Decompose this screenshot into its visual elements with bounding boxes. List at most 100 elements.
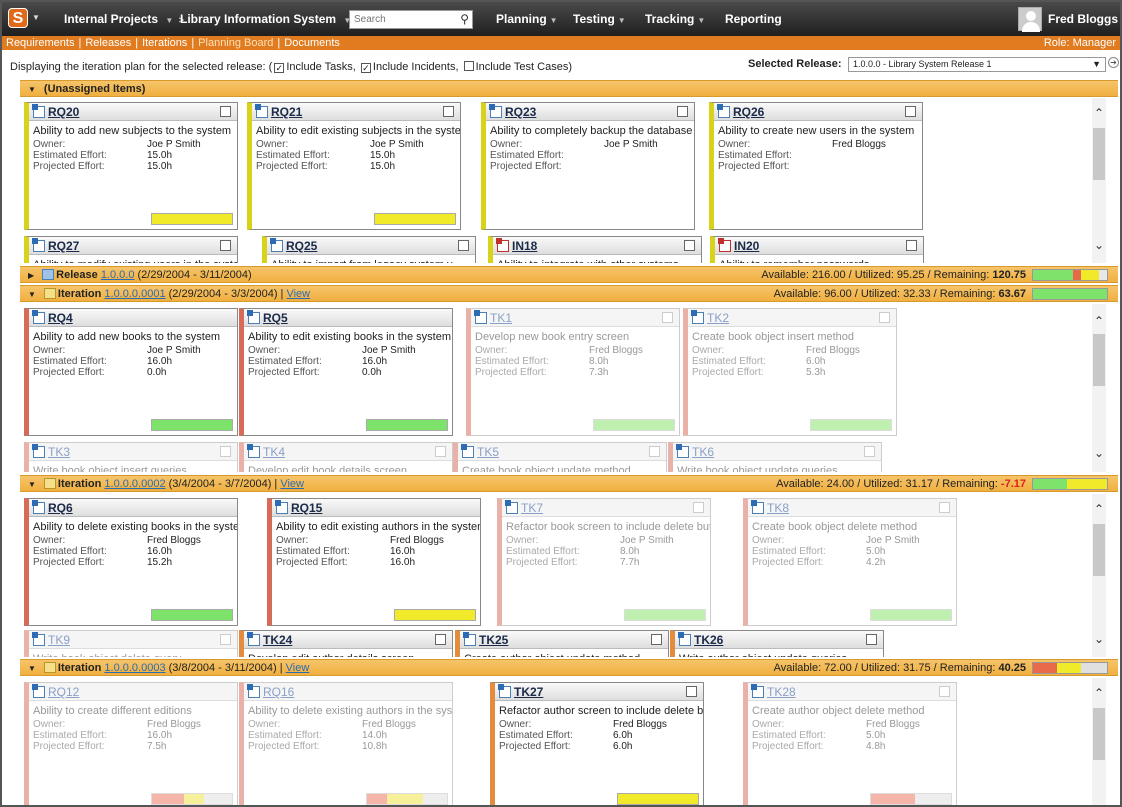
- card-code-link[interactable]: TK2: [707, 311, 729, 325]
- release-select[interactable]: 1.0.0.0 - Library System Release 1 ▼: [848, 57, 1106, 72]
- collapse-toggle-icon[interactable]: ▼: [28, 85, 36, 94]
- card-tk25[interactable]: TK25 Create author object update method: [455, 630, 669, 657]
- product-menu[interactable]: Library Information System ▼: [180, 12, 351, 26]
- card-select-checkbox[interactable]: [866, 634, 877, 645]
- card-tk26[interactable]: TK26 Write author object update queries: [670, 630, 884, 657]
- tab-iterations[interactable]: Iterations: [142, 37, 187, 49]
- card-code-link[interactable]: RQ20: [48, 105, 79, 119]
- card-code-link[interactable]: TK26: [694, 633, 723, 647]
- nav-planning[interactable]: Planning ▼: [496, 12, 558, 26]
- scroll-thumb[interactable]: [1093, 524, 1105, 576]
- scroll-thumb[interactable]: [1093, 708, 1105, 760]
- card-tk24[interactable]: TK24 Develop edit author details screen: [239, 630, 453, 657]
- card-code-link[interactable]: TK1: [490, 311, 512, 325]
- include-test-cases-checkbox[interactable]: [463, 61, 474, 71]
- card-rq12[interactable]: RQ12 Ability to create different edition…: [24, 682, 238, 805]
- card-code-link[interactable]: RQ27: [48, 239, 79, 253]
- card-select-checkbox[interactable]: [693, 502, 704, 513]
- scroll-up-icon[interactable]: ⌃: [1092, 314, 1106, 328]
- card-code-link[interactable]: TK9: [48, 633, 70, 647]
- card-code-link[interactable]: IN18: [512, 239, 537, 253]
- project-menu[interactable]: Internal Projects ▼ >: [64, 12, 186, 26]
- scroll-up-icon[interactable]: ⌃: [1092, 686, 1106, 700]
- include-incidents-checkbox[interactable]: ✓: [360, 63, 371, 73]
- tab-requirements[interactable]: Requirements: [6, 37, 74, 49]
- card-rq20[interactable]: RQ20 Ability to add new subjects to the …: [24, 102, 238, 230]
- card-select-checkbox[interactable]: [435, 634, 446, 645]
- iteration1-scrollbar[interactable]: ⌃ ⌄: [1092, 304, 1106, 472]
- card-tk7[interactable]: TK7 Refactor book screen to include dele…: [497, 498, 711, 626]
- card-select-checkbox[interactable]: [220, 634, 231, 645]
- card-select-checkbox[interactable]: [677, 106, 688, 117]
- nav-reporting[interactable]: Reporting: [725, 12, 782, 26]
- card-code-link[interactable]: TK5: [477, 445, 499, 459]
- iteration2-view-link[interactable]: View: [280, 478, 304, 490]
- card-select-checkbox[interactable]: [879, 312, 890, 323]
- card-code-link[interactable]: RQ5: [263, 311, 288, 325]
- search-icon[interactable]: ⚲: [460, 12, 469, 26]
- card-code-link[interactable]: RQ6: [48, 501, 73, 515]
- release-section-header[interactable]: ▶ Release 1.0.0.0 (2/29/2004 - 3/11/2004)…: [20, 266, 1118, 283]
- logo-dropdown-icon[interactable]: ▼: [32, 13, 40, 22]
- iteration2-link[interactable]: 1.0.0.0.0002: [104, 478, 165, 490]
- card-select-checkbox[interactable]: [651, 634, 662, 645]
- card-code-link[interactable]: TK7: [521, 501, 543, 515]
- card-code-link[interactable]: TK6: [692, 445, 714, 459]
- iteration3-section-header[interactable]: ▼ Iteration 1.0.0.0.0003 (3/8/2004 - 3/11…: [20, 659, 1118, 676]
- card-rq25[interactable]: RQ25 Ability to import from legacy syste…: [262, 236, 476, 263]
- card-select-checkbox[interactable]: [905, 106, 916, 117]
- card-tk3[interactable]: TK3 Write book object insert queries: [24, 442, 238, 472]
- collapse-toggle-icon[interactable]: ▼: [28, 480, 36, 489]
- card-code-link[interactable]: TK8: [767, 501, 789, 515]
- card-rq4[interactable]: RQ4 Ability to add new books to the syst…: [24, 308, 238, 436]
- card-code-link[interactable]: RQ4: [48, 311, 73, 325]
- card-select-checkbox[interactable]: [864, 446, 875, 457]
- card-select-checkbox[interactable]: [458, 240, 469, 251]
- iteration3-link[interactable]: 1.0.0.0.0003: [104, 662, 165, 674]
- card-select-checkbox[interactable]: [220, 446, 231, 457]
- iteration2-scrollbar[interactable]: ⌃ ⌄: [1092, 494, 1106, 657]
- card-rq16[interactable]: RQ16 Ability to delete existing authors …: [239, 682, 453, 805]
- card-code-link[interactable]: TK25: [479, 633, 508, 647]
- card-code-link[interactable]: RQ16: [263, 685, 294, 699]
- card-code-link[interactable]: RQ21: [271, 105, 302, 119]
- expand-toggle-icon[interactable]: ▶: [28, 271, 34, 280]
- card-select-checkbox[interactable]: [220, 106, 231, 117]
- card-rq27[interactable]: RQ27 Ability to modify existing users in…: [24, 236, 238, 263]
- card-code-link[interactable]: RQ15: [291, 501, 322, 515]
- card-select-checkbox[interactable]: [649, 446, 660, 457]
- card-rq23[interactable]: RQ23 Ability to completely backup the da…: [481, 102, 695, 230]
- iteration1-link[interactable]: 1.0.0.0.0001: [104, 288, 165, 300]
- card-select-checkbox[interactable]: [435, 446, 446, 457]
- card-tk1[interactable]: TK1 Develop new book entry screen Owner:…: [466, 308, 680, 436]
- avatar[interactable]: [1018, 7, 1042, 32]
- card-select-checkbox[interactable]: [662, 312, 673, 323]
- card-rq6[interactable]: RQ6 Ability to delete existing books in …: [24, 498, 238, 626]
- card-select-checkbox[interactable]: [443, 106, 454, 117]
- iteration1-section-header[interactable]: ▼ Iteration 1.0.0.0.0001 (2/29/2004 - 3/3…: [20, 285, 1118, 302]
- iteration3-scrollbar[interactable]: ⌃: [1092, 678, 1106, 805]
- card-tk5[interactable]: TK5 Create book object update method: [453, 442, 667, 472]
- nav-tracking[interactable]: Tracking ▼: [645, 12, 705, 26]
- user-menu[interactable]: Fred Bloggs▼: [1048, 12, 1120, 26]
- scroll-up-icon[interactable]: ⌃: [1092, 502, 1106, 516]
- search-input[interactable]: [350, 11, 450, 28]
- app-logo-icon[interactable]: S: [8, 8, 28, 28]
- unassigned-scrollbar[interactable]: ⌃ ⌄: [1092, 98, 1106, 263]
- card-select-checkbox[interactable]: [686, 686, 697, 697]
- nav-testing[interactable]: Testing ▼: [573, 12, 626, 26]
- go-arrow-icon[interactable]: ➔: [1108, 57, 1119, 68]
- scroll-down-icon[interactable]: ⌄: [1092, 238, 1106, 252]
- iteration3-view-link[interactable]: View: [286, 662, 310, 674]
- card-rq5[interactable]: RQ5 Ability to edit existing books in th…: [239, 308, 453, 436]
- collapse-toggle-icon[interactable]: ▼: [28, 290, 36, 299]
- card-code-link[interactable]: TK24: [263, 633, 292, 647]
- scroll-thumb[interactable]: [1093, 334, 1105, 386]
- unassigned-section-header[interactable]: ▼ (Unassigned Items): [20, 80, 1118, 97]
- release-link[interactable]: 1.0.0.0: [101, 269, 135, 281]
- card-rq15[interactable]: RQ15 Ability to edit existing authors in…: [267, 498, 481, 626]
- card-code-link[interactable]: TK28: [767, 685, 796, 699]
- card-tk28[interactable]: TK28 Create author object delete method …: [743, 682, 957, 805]
- scroll-down-icon[interactable]: ⌄: [1092, 446, 1106, 460]
- iteration2-section-header[interactable]: ▼ Iteration 1.0.0.0.0002 (3/4/2004 - 3/7/…: [20, 475, 1118, 492]
